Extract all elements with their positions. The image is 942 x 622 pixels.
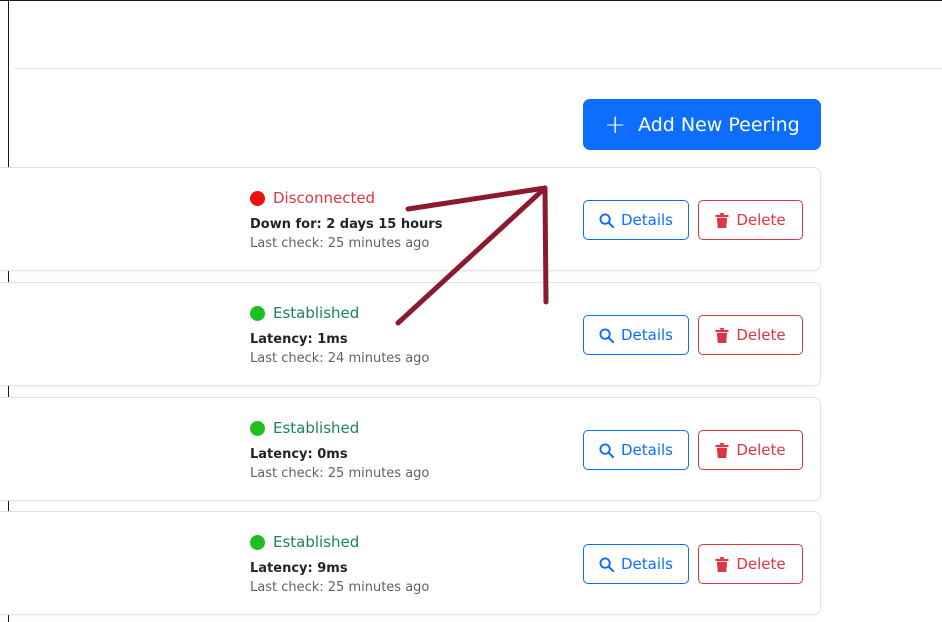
status-label: Established (273, 533, 360, 551)
search-icon (599, 327, 614, 343)
search-icon (599, 556, 614, 572)
details-label: Details (620, 441, 673, 459)
delete-button[interactable]: Delete (698, 315, 803, 355)
delete-label: Delete (736, 441, 786, 459)
plus-icon: + (604, 109, 627, 140)
details-label: Details (620, 555, 673, 573)
latency-text: Latency: 1ms (250, 332, 348, 347)
details-button[interactable]: Details (583, 544, 689, 584)
add-new-peering-label: Add New Peering (638, 113, 800, 136)
status-label: Disconnected (273, 189, 376, 207)
last-check-text: Last check: 24 minutes ago (250, 351, 430, 366)
status-dot-green (250, 420, 265, 436)
peering-card: Disconnected Down for: 2 days 15 hours L… (0, 167, 821, 271)
last-check-text: Last check: 25 minutes ago (250, 466, 430, 481)
peering-card: Established Latency: 0ms Last check: 25 … (0, 397, 821, 501)
peering-card: Established Latency: 1ms Last check: 24 … (0, 282, 821, 386)
delete-label: Delete (736, 555, 786, 573)
search-icon (599, 212, 614, 228)
status-dot-green (250, 305, 265, 321)
status-indicator: Established (250, 533, 359, 551)
status-indicator: Established (250, 419, 359, 437)
details-label: Details (620, 326, 673, 344)
delete-label: Delete (736, 211, 786, 229)
details-button[interactable]: Details (583, 430, 689, 470)
latency-text: Latency: 9ms (250, 561, 348, 576)
status-label: Established (273, 304, 360, 322)
trash-icon (715, 442, 729, 458)
trash-icon (715, 556, 729, 572)
add-new-peering-button[interactable]: + Add New Peering (583, 99, 821, 150)
peering-card: Established Latency: 9ms Last check: 25 … (0, 511, 821, 615)
last-check-text: Last check: 25 minutes ago (250, 580, 430, 595)
trash-icon (715, 212, 729, 228)
last-check-text: Last check: 25 minutes ago (250, 236, 430, 251)
window-top-border (0, 0, 942, 1)
latency-text: Latency: 0ms (250, 447, 348, 462)
details-label: Details (620, 211, 673, 229)
status-dot-red (250, 190, 265, 206)
status-dot-green (250, 534, 265, 550)
delete-button[interactable]: Delete (698, 544, 803, 584)
downtime-text: Down for: 2 days 15 hours (250, 217, 443, 232)
status-label: Established (273, 419, 360, 437)
delete-button[interactable]: Delete (698, 430, 803, 470)
status-indicator: Disconnected (250, 189, 375, 207)
details-button[interactable]: Details (583, 315, 689, 355)
status-indicator: Established (250, 304, 359, 322)
header-divider (14, 68, 942, 69)
delete-button[interactable]: Delete (698, 200, 803, 240)
search-icon (599, 442, 614, 458)
trash-icon (715, 327, 729, 343)
details-button[interactable]: Details (583, 200, 689, 240)
delete-label: Delete (736, 326, 786, 344)
